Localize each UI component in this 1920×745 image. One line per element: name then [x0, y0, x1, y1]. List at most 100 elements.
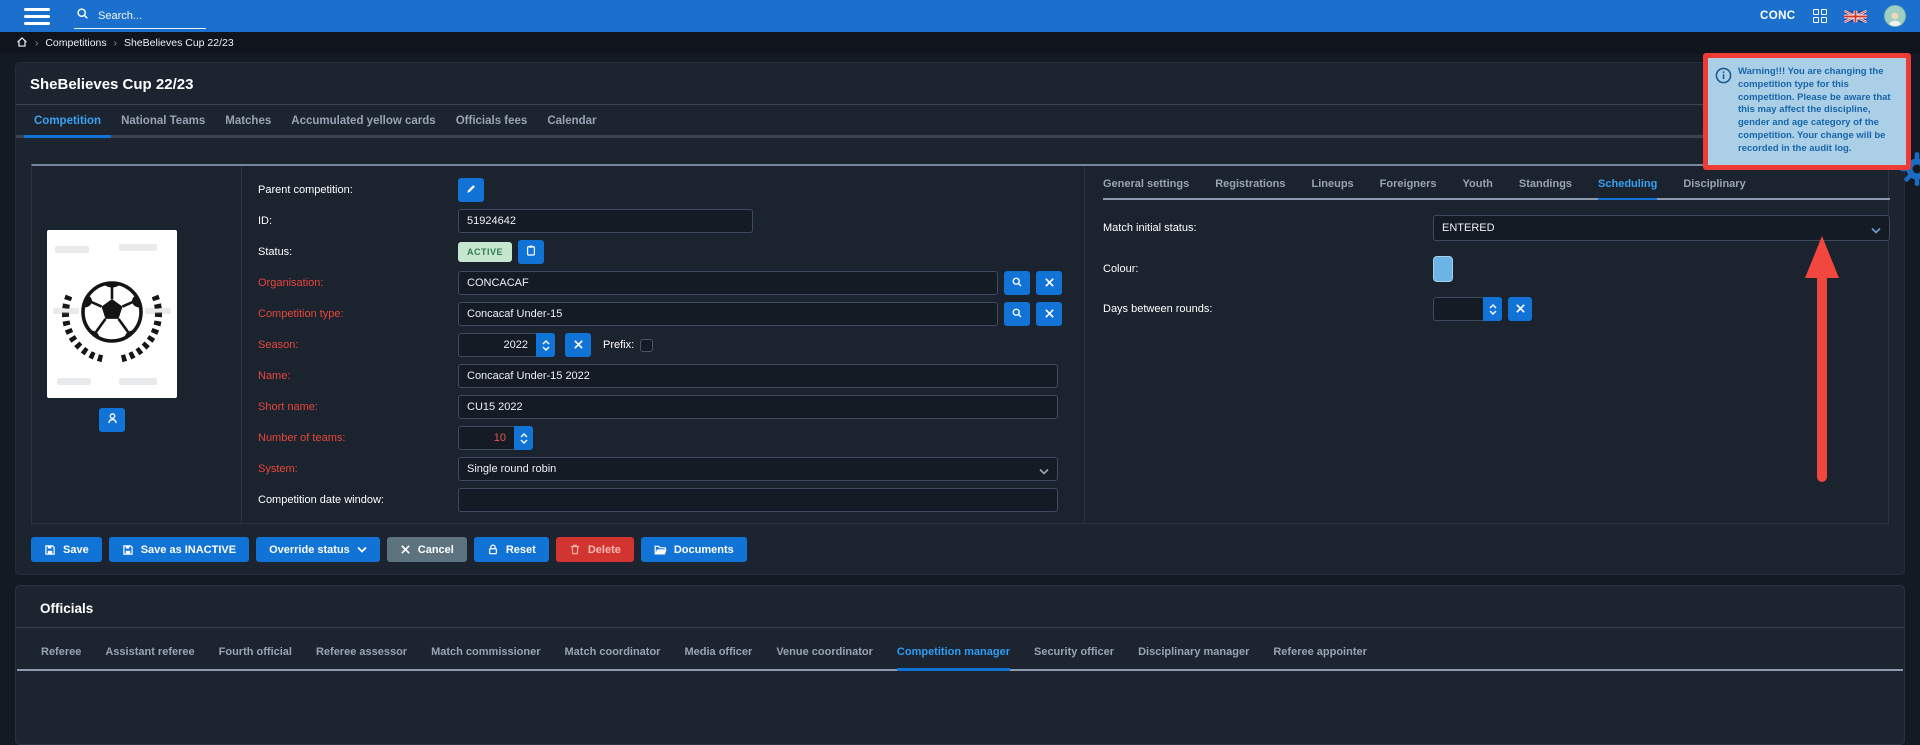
system-label: System:: [258, 463, 458, 475]
days-between-rounds-clear-button[interactable]: [1508, 297, 1532, 321]
edit-parent-competition-button[interactable]: [458, 178, 484, 202]
season-stepper[interactable]: [536, 333, 555, 357]
tab-national-teams[interactable]: National Teams: [111, 105, 215, 138]
system-select-value: Single round robin: [467, 463, 556, 475]
id-input[interactable]: [458, 209, 753, 233]
tab-scheduling[interactable]: Scheduling: [1598, 178, 1657, 200]
tab-fourth-official[interactable]: Fourth official: [219, 646, 292, 671]
save-button[interactable]: Save: [31, 537, 102, 562]
cancel-button[interactable]: Cancel: [387, 537, 467, 562]
search-input[interactable]: [96, 9, 204, 23]
date-window-input[interactable]: [458, 488, 1058, 512]
tab-registrations[interactable]: Registrations: [1215, 178, 1285, 200]
tab-accumulated-yellow-cards[interactable]: Accumulated yellow cards: [281, 105, 445, 138]
tab-media-officer[interactable]: Media officer: [684, 646, 752, 671]
season-input[interactable]: [458, 333, 536, 357]
chevron-down-icon: [1039, 466, 1049, 478]
logo-column: [32, 166, 241, 523]
tab-lineups[interactable]: Lineups: [1312, 178, 1354, 200]
organisation-input[interactable]: [458, 271, 998, 295]
form-row-system: System: Single round robin: [258, 457, 1062, 481]
tab-standings[interactable]: Standings: [1519, 178, 1572, 200]
status-history-button[interactable]: [518, 240, 544, 264]
days-between-rounds-input[interactable]: [1433, 297, 1483, 321]
organisation-search-button[interactable]: [1004, 271, 1030, 295]
tab-officials-fees[interactable]: Officials fees: [446, 105, 538, 138]
tab-disciplinary[interactable]: Disciplinary: [1683, 178, 1745, 200]
save-as-inactive-button[interactable]: Save as INACTIVE: [109, 537, 249, 562]
close-icon: [1044, 307, 1055, 322]
tab-general-settings[interactable]: General settings: [1103, 178, 1189, 200]
org-code-label[interactable]: CONC: [1760, 10, 1795, 22]
user-avatar[interactable]: [1884, 5, 1906, 27]
lock-icon: [487, 543, 499, 556]
chevron-down-icon: [1871, 225, 1881, 237]
form-row-short-name: Short name:: [258, 395, 1062, 419]
organisation-label: Organisation:: [258, 277, 458, 289]
prefix-checkbox[interactable]: [640, 339, 653, 352]
status-label: Status:: [258, 246, 458, 258]
officials-card: Officials Referee Assistant referee Four…: [15, 585, 1905, 745]
tab-calendar[interactable]: Calendar: [537, 105, 606, 138]
tab-assistant-referee[interactable]: Assistant referee: [105, 646, 194, 671]
days-between-rounds-stepper[interactable]: [1483, 297, 1502, 321]
competition-type-search-button[interactable]: [1004, 302, 1030, 326]
number-of-teams-input[interactable]: [458, 426, 514, 450]
tab-security-officer[interactable]: Security officer: [1034, 646, 1114, 671]
season-clear-button[interactable]: [565, 333, 591, 357]
organisation-clear-button[interactable]: [1036, 271, 1062, 295]
documents-button[interactable]: Documents: [641, 537, 747, 562]
name-input[interactable]: [458, 364, 1058, 388]
delete-button[interactable]: Delete: [556, 537, 634, 562]
info-icon: [1715, 67, 1732, 156]
competition-type-clear-button[interactable]: [1036, 302, 1062, 326]
tab-competition[interactable]: Competition: [24, 105, 111, 138]
home-icon[interactable]: [16, 36, 28, 51]
tab-venue-coordinator[interactable]: Venue coordinator: [776, 646, 873, 671]
form-row-name: Name:: [258, 364, 1062, 388]
chevron-up-icon: [1489, 304, 1497, 309]
tab-referee[interactable]: Referee: [41, 646, 81, 671]
tab-match-commissioner[interactable]: Match commissioner: [431, 646, 540, 671]
breadcrumb-separator: ›: [35, 38, 38, 49]
competition-type-input[interactable]: [458, 302, 998, 326]
apps-grid-icon[interactable]: [1813, 9, 1828, 24]
form-row-status: Status: ACTIVE: [258, 240, 1062, 264]
chevron-up-icon: [520, 433, 528, 438]
trash-icon: [569, 543, 581, 556]
season-label: Season:: [258, 339, 458, 351]
save-icon: [44, 544, 56, 556]
tab-disciplinary-manager[interactable]: Disciplinary manager: [1138, 646, 1249, 671]
tab-referee-appointer[interactable]: Referee appointer: [1273, 646, 1367, 671]
search-icon: [1011, 276, 1023, 291]
reset-button[interactable]: Reset: [474, 537, 549, 562]
tab-foreigners[interactable]: Foreigners: [1380, 178, 1437, 200]
tab-youth[interactable]: Youth: [1463, 178, 1493, 200]
colour-swatch[interactable]: [1433, 256, 1453, 282]
override-status-button-label: Override status: [269, 544, 350, 556]
number-of-teams-stepper[interactable]: [514, 426, 533, 450]
tab-matches[interactable]: Matches: [215, 105, 281, 138]
close-icon: [400, 544, 411, 555]
system-select[interactable]: Single round robin: [458, 457, 1058, 481]
competition-logo[interactable]: [47, 230, 177, 398]
change-logo-button[interactable]: [99, 408, 125, 432]
override-status-button[interactable]: Override status: [256, 537, 380, 562]
tab-referee-assessor[interactable]: Referee assessor: [316, 646, 407, 671]
short-name-input[interactable]: [458, 395, 1058, 419]
status-badge: ACTIVE: [458, 242, 512, 262]
row-days-between-rounds: Days between rounds:: [1103, 297, 1890, 321]
global-search[interactable]: [74, 4, 206, 29]
main-tab-bar: Competition National Teams Matches Accum…: [16, 105, 1904, 138]
breadcrumb-competitions[interactable]: Competitions: [45, 37, 106, 49]
match-initial-status-value: ENTERED: [1442, 222, 1495, 234]
tab-match-coordinator[interactable]: Match coordinator: [565, 646, 661, 671]
colour-label: Colour:: [1103, 263, 1433, 275]
language-flag-uk-icon[interactable]: [1844, 10, 1867, 23]
tab-competition-manager[interactable]: Competition manager: [897, 646, 1010, 671]
search-icon: [76, 7, 89, 25]
hamburger-menu-icon[interactable]: [24, 8, 50, 25]
save-icon: [122, 544, 134, 556]
breadcrumb-current[interactable]: SheBelieves Cup 22/23: [124, 37, 234, 49]
delete-button-label: Delete: [588, 544, 621, 556]
